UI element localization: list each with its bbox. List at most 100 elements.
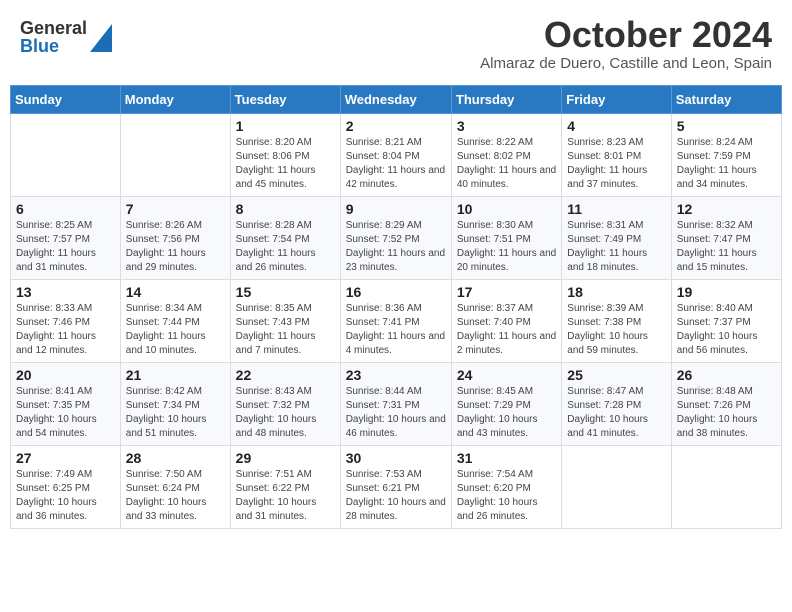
- calendar-cell: 18 Sunrise: 8:39 AM Sunset: 7:38 PM Dayli…: [562, 279, 671, 362]
- day-number: 15: [236, 284, 335, 300]
- calendar-cell: 28Sunrise: 7:50 AM Sunset: 6:24 PM Dayli…: [120, 445, 230, 528]
- day-detail: Sunrise: 7:51 AM Sunset: 6:22 PM Dayligh…: [236, 468, 335, 524]
- calendar-table: SundayMondayTuesdayWednesdayThursdayFrid…: [10, 85, 782, 529]
- logo: General Blue: [20, 19, 112, 55]
- day-detail: Sunrise: 8:36 AM Sunset: 7:41 PM Dayligh…: [346, 302, 446, 358]
- day-detail: Sunrise: 8:43 AM Sunset: 7:32 PM Dayligh…: [236, 385, 335, 441]
- day-header-saturday: Saturday: [671, 85, 781, 113]
- calendar-cell: 23 Sunrise: 8:44 AM Sunset: 7:31 PM Dayli…: [340, 362, 451, 445]
- day-detail: Sunrise: 8:45 AM Sunset: 7:29 PM Dayligh…: [457, 385, 556, 441]
- calendar-cell: [11, 113, 121, 196]
- calendar-cell: 31Sunrise: 7:54 AM Sunset: 6:20 PM Dayli…: [451, 445, 561, 528]
- day-detail: Sunrise: 8:23 AM Sunset: 8:01 PM Dayligh…: [567, 136, 665, 192]
- day-detail: Sunrise: 8:26 AM Sunset: 7:56 PM Dayligh…: [126, 219, 225, 275]
- day-number: 16: [346, 284, 446, 300]
- day-number: 27: [16, 450, 115, 466]
- calendar-cell: 5Sunrise: 8:24 AM Sunset: 7:59 PM Daylig…: [671, 113, 781, 196]
- day-number: 22: [236, 367, 335, 383]
- day-detail: Sunrise: 8:42 AM Sunset: 7:34 PM Dayligh…: [126, 385, 225, 441]
- calendar-cell: [120, 113, 230, 196]
- day-number: 20: [16, 367, 115, 383]
- calendar-cell: 27 Sunrise: 7:49 AM Sunset: 6:25 PM Dayli…: [11, 445, 121, 528]
- day-number: 26: [677, 367, 776, 383]
- day-number: 29: [236, 450, 335, 466]
- day-detail: Sunrise: 8:47 AM Sunset: 7:28 PM Dayligh…: [567, 385, 665, 441]
- calendar-week-row: 13 Sunrise: 8:33 AM Sunset: 7:46 PM Dayli…: [11, 279, 782, 362]
- day-number: 10: [457, 201, 556, 217]
- logo-general-text: General: [20, 19, 87, 37]
- calendar-cell: 7Sunrise: 8:26 AM Sunset: 7:56 PM Daylig…: [120, 196, 230, 279]
- calendar-cell: 19 Sunrise: 8:40 AM Sunset: 7:37 PM Dayli…: [671, 279, 781, 362]
- day-detail: Sunrise: 8:25 AM Sunset: 7:57 PM Dayligh…: [16, 219, 115, 275]
- calendar-cell: 4Sunrise: 8:23 AM Sunset: 8:01 PM Daylig…: [562, 113, 671, 196]
- calendar-cell: 26 Sunrise: 8:48 AM Sunset: 7:26 PM Dayli…: [671, 362, 781, 445]
- day-detail: Sunrise: 8:40 AM Sunset: 7:37 PM Dayligh…: [677, 302, 776, 358]
- page-header: General Blue October 2024 Almaraz de Due…: [10, 10, 782, 77]
- day-number: 12: [677, 201, 776, 217]
- day-detail: Sunrise: 8:29 AM Sunset: 7:52 PM Dayligh…: [346, 219, 446, 275]
- day-header-friday: Friday: [562, 85, 671, 113]
- calendar-cell: 20 Sunrise: 8:41 AM Sunset: 7:35 PM Dayli…: [11, 362, 121, 445]
- day-header-sunday: Sunday: [11, 85, 121, 113]
- day-detail: Sunrise: 8:39 AM Sunset: 7:38 PM Dayligh…: [567, 302, 665, 358]
- day-detail: Sunrise: 8:20 AM Sunset: 8:06 PM Dayligh…: [236, 136, 335, 192]
- day-detail: Sunrise: 8:48 AM Sunset: 7:26 PM Dayligh…: [677, 385, 776, 441]
- day-detail: Sunrise: 7:49 AM Sunset: 6:25 PM Dayligh…: [16, 468, 115, 524]
- day-number: 25: [567, 367, 665, 383]
- day-detail: Sunrise: 8:41 AM Sunset: 7:35 PM Dayligh…: [16, 385, 115, 441]
- calendar-cell: 2 Sunrise: 8:21 AM Sunset: 8:04 PM Daylig…: [340, 113, 451, 196]
- day-number: 9: [346, 201, 446, 217]
- day-detail: Sunrise: 8:32 AM Sunset: 7:47 PM Dayligh…: [677, 219, 776, 275]
- day-detail: Sunrise: 8:22 AM Sunset: 8:02 PM Dayligh…: [457, 136, 556, 192]
- calendar-week-row: 6 Sunrise: 8:25 AM Sunset: 7:57 PM Daylig…: [11, 196, 782, 279]
- day-detail: Sunrise: 8:44 AM Sunset: 7:31 PM Dayligh…: [346, 385, 446, 441]
- calendar-cell: 11Sunrise: 8:31 AM Sunset: 7:49 PM Dayli…: [562, 196, 671, 279]
- calendar-cell: 22 Sunrise: 8:43 AM Sunset: 7:32 PM Dayli…: [230, 362, 340, 445]
- calendar-cell: 3 Sunrise: 8:22 AM Sunset: 8:02 PM Daylig…: [451, 113, 561, 196]
- calendar-cell: 6 Sunrise: 8:25 AM Sunset: 7:57 PM Daylig…: [11, 196, 121, 279]
- day-header-thursday: Thursday: [451, 85, 561, 113]
- day-number: 18: [567, 284, 665, 300]
- calendar-week-row: 20 Sunrise: 8:41 AM Sunset: 7:35 PM Dayli…: [11, 362, 782, 445]
- day-number: 21: [126, 367, 225, 383]
- calendar-location: Almaraz de Duero, Castille and Leon, Spa…: [480, 55, 772, 72]
- calendar-cell: 16 Sunrise: 8:36 AM Sunset: 7:41 PM Dayli…: [340, 279, 451, 362]
- calendar-cell: 1 Sunrise: 8:20 AM Sunset: 8:06 PM Daylig…: [230, 113, 340, 196]
- calendar-title: October 2024: [480, 15, 772, 55]
- day-number: 2: [346, 118, 446, 134]
- day-header-tuesday: Tuesday: [230, 85, 340, 113]
- day-detail: Sunrise: 8:33 AM Sunset: 7:46 PM Dayligh…: [16, 302, 115, 358]
- day-detail: Sunrise: 8:24 AM Sunset: 7:59 PM Dayligh…: [677, 136, 776, 192]
- calendar-header-row: SundayMondayTuesdayWednesdayThursdayFrid…: [11, 85, 782, 113]
- day-number: 3: [457, 118, 556, 134]
- day-number: 19: [677, 284, 776, 300]
- day-number: 23: [346, 367, 446, 383]
- calendar-cell: 30 Sunrise: 7:53 AM Sunset: 6:21 PM Dayli…: [340, 445, 451, 528]
- day-number: 8: [236, 201, 335, 217]
- calendar-cell: 21 Sunrise: 8:42 AM Sunset: 7:34 PM Dayli…: [120, 362, 230, 445]
- day-number: 6: [16, 201, 115, 217]
- day-header-monday: Monday: [120, 85, 230, 113]
- day-number: 28: [126, 450, 225, 466]
- logo-icon: [90, 24, 112, 52]
- calendar-cell: 24 Sunrise: 8:45 AM Sunset: 7:29 PM Dayli…: [451, 362, 561, 445]
- day-number: 14: [126, 284, 225, 300]
- day-detail: Sunrise: 8:21 AM Sunset: 8:04 PM Dayligh…: [346, 136, 446, 192]
- day-number: 13: [16, 284, 115, 300]
- calendar-cell: [562, 445, 671, 528]
- calendar-cell: 10 Sunrise: 8:30 AM Sunset: 7:51 PM Dayli…: [451, 196, 561, 279]
- day-number: 24: [457, 367, 556, 383]
- calendar-cell: 25 Sunrise: 8:47 AM Sunset: 7:28 PM Dayli…: [562, 362, 671, 445]
- calendar-week-row: 27 Sunrise: 7:49 AM Sunset: 6:25 PM Dayli…: [11, 445, 782, 528]
- calendar-cell: 8Sunrise: 8:28 AM Sunset: 7:54 PM Daylig…: [230, 196, 340, 279]
- calendar-cell: 12 Sunrise: 8:32 AM Sunset: 7:47 PM Dayli…: [671, 196, 781, 279]
- day-detail: Sunrise: 7:53 AM Sunset: 6:21 PM Dayligh…: [346, 468, 446, 524]
- day-number: 1: [236, 118, 335, 134]
- calendar-cell: 15Sunrise: 8:35 AM Sunset: 7:43 PM Dayli…: [230, 279, 340, 362]
- calendar-week-row: 1 Sunrise: 8:20 AM Sunset: 8:06 PM Daylig…: [11, 113, 782, 196]
- day-detail: Sunrise: 8:34 AM Sunset: 7:44 PM Dayligh…: [126, 302, 225, 358]
- day-number: 31: [457, 450, 556, 466]
- calendar-cell: 17Sunrise: 8:37 AM Sunset: 7:40 PM Dayli…: [451, 279, 561, 362]
- day-detail: Sunrise: 8:30 AM Sunset: 7:51 PM Dayligh…: [457, 219, 556, 275]
- day-number: 30: [346, 450, 446, 466]
